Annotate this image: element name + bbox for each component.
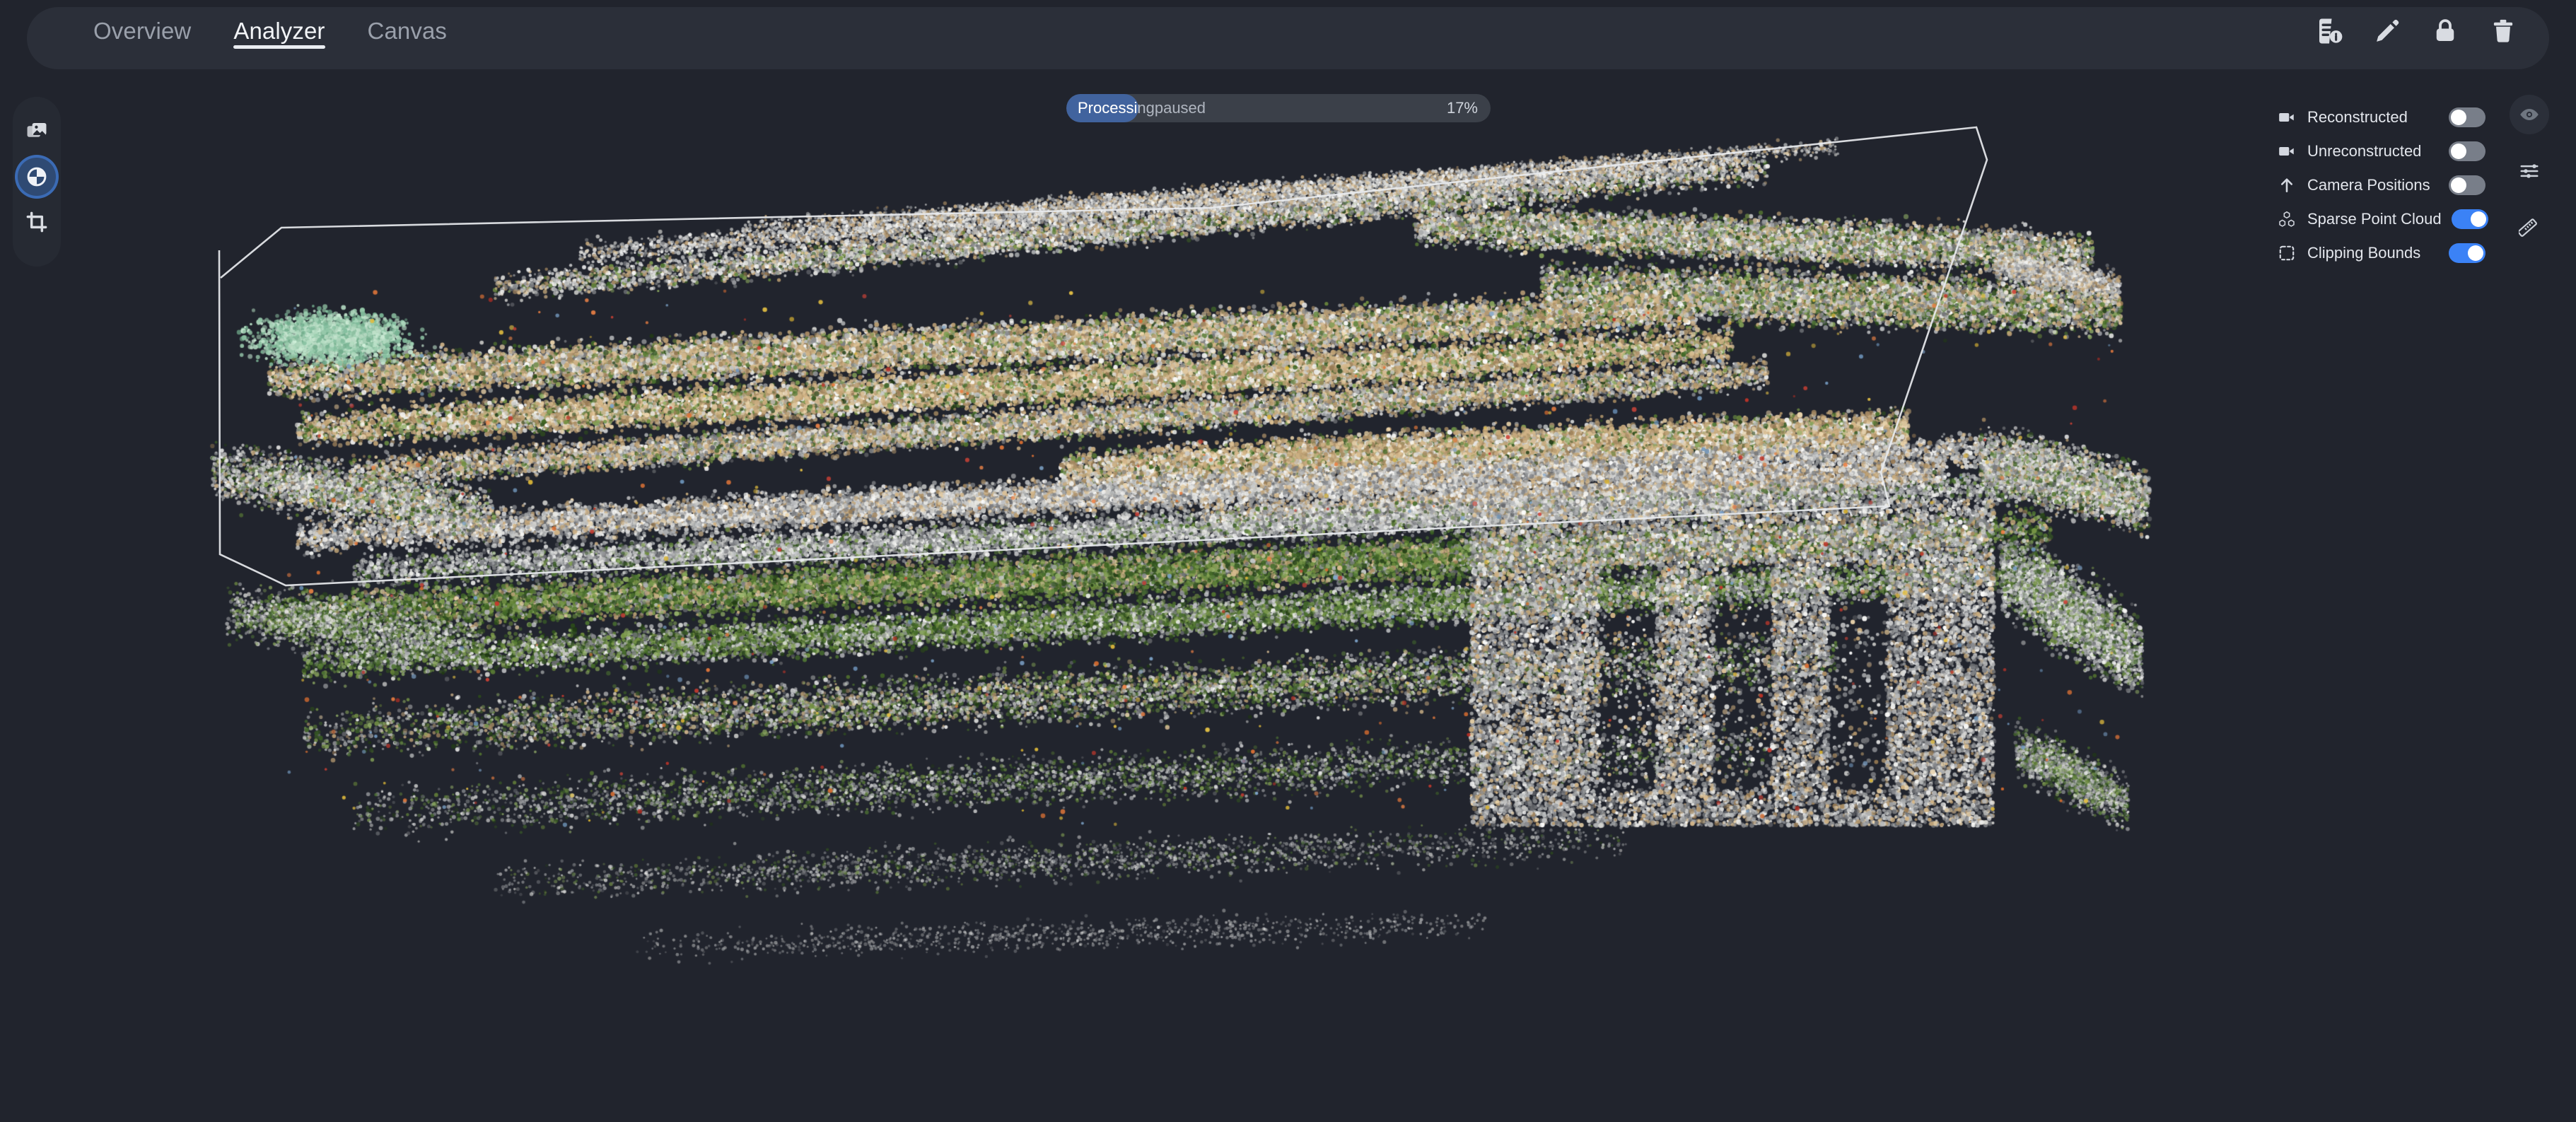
point-cloud-canvas[interactable] bbox=[0, 76, 2576, 1122]
globe-icon[interactable] bbox=[18, 158, 56, 196]
crop-icon[interactable] bbox=[18, 203, 56, 241]
tab-canvas-label: Canvas bbox=[368, 18, 448, 45]
eye-icon[interactable] bbox=[2510, 95, 2549, 134]
images-icon[interactable] bbox=[18, 112, 56, 151]
toggle-sparse-point-cloud[interactable] bbox=[2452, 209, 2488, 229]
layer-label-unreconstructed: Unreconstructed bbox=[2307, 142, 2439, 160]
progress-status-strong-hl: Processing bbox=[1078, 99, 1138, 117]
dashed-square-icon bbox=[2276, 242, 2297, 264]
trash-icon[interactable] bbox=[2487, 15, 2519, 47]
lock-icon[interactable] bbox=[2429, 15, 2461, 47]
video-camera-icon bbox=[2276, 107, 2297, 128]
toggle-clipping-bounds[interactable] bbox=[2449, 243, 2485, 263]
layer-label-camera-positions: Camera Positions bbox=[2307, 176, 2439, 194]
layer-row-sparse-point-cloud[interactable]: Sparse Point Cloud bbox=[2273, 202, 2485, 236]
progress-track: Processing paused Processing paused 17% bbox=[1066, 94, 1491, 122]
tab-overview[interactable]: Overview bbox=[72, 0, 212, 62]
layer-label-sparse-point-cloud: Sparse Point Cloud bbox=[2307, 210, 2442, 228]
point-cloud-viewport[interactable] bbox=[0, 76, 2576, 1122]
layers-panel: Reconstructed Unreconstructed Camera Pos… bbox=[2273, 92, 2485, 280]
tab-analyzer[interactable]: Analyzer bbox=[212, 0, 346, 62]
progress-status-rest: paused bbox=[1155, 99, 1206, 117]
header: Overview Analyzer Canvas bbox=[0, 0, 2576, 76]
progress-status-highlight: Processing paused bbox=[1066, 94, 1138, 122]
video-camera-icon bbox=[2276, 141, 2297, 162]
toggle-reconstructed[interactable] bbox=[2449, 107, 2485, 127]
header-actions bbox=[2313, 0, 2519, 62]
toggle-unreconstructed[interactable] bbox=[2449, 141, 2485, 161]
tab-bar: Overview Analyzer Canvas bbox=[72, 0, 468, 62]
document-info-icon[interactable] bbox=[2313, 15, 2345, 47]
tab-canvas[interactable]: Canvas bbox=[346, 0, 469, 62]
layer-row-camera-positions[interactable]: Camera Positions bbox=[2273, 168, 2485, 202]
pencil-icon[interactable] bbox=[2371, 15, 2403, 47]
layer-row-clipping-bounds[interactable]: Clipping Bounds bbox=[2273, 236, 2485, 270]
sliders-icon[interactable] bbox=[2510, 151, 2549, 191]
tab-analyzer-label: Analyzer bbox=[233, 18, 325, 45]
cubes-icon bbox=[2276, 209, 2297, 230]
ruler-icon[interactable] bbox=[2510, 208, 2549, 247]
left-toolbar bbox=[13, 97, 61, 267]
toggle-camera-positions[interactable] bbox=[2449, 175, 2485, 195]
right-toolbar bbox=[2504, 86, 2555, 247]
progress-percent: 17% bbox=[1447, 94, 1478, 122]
layer-row-unreconstructed[interactable]: Unreconstructed bbox=[2273, 134, 2485, 168]
arrow-up-icon bbox=[2276, 175, 2297, 196]
processing-progress: Processing paused Processing paused 17% bbox=[1066, 94, 1491, 122]
tab-overview-label: Overview bbox=[93, 18, 191, 45]
app-root: Overview Analyzer Canvas bbox=[0, 0, 2576, 1122]
layer-row-reconstructed[interactable]: Reconstructed bbox=[2273, 100, 2485, 134]
layer-label-reconstructed: Reconstructed bbox=[2307, 108, 2439, 127]
layer-label-clipping-bounds: Clipping Bounds bbox=[2307, 244, 2439, 262]
